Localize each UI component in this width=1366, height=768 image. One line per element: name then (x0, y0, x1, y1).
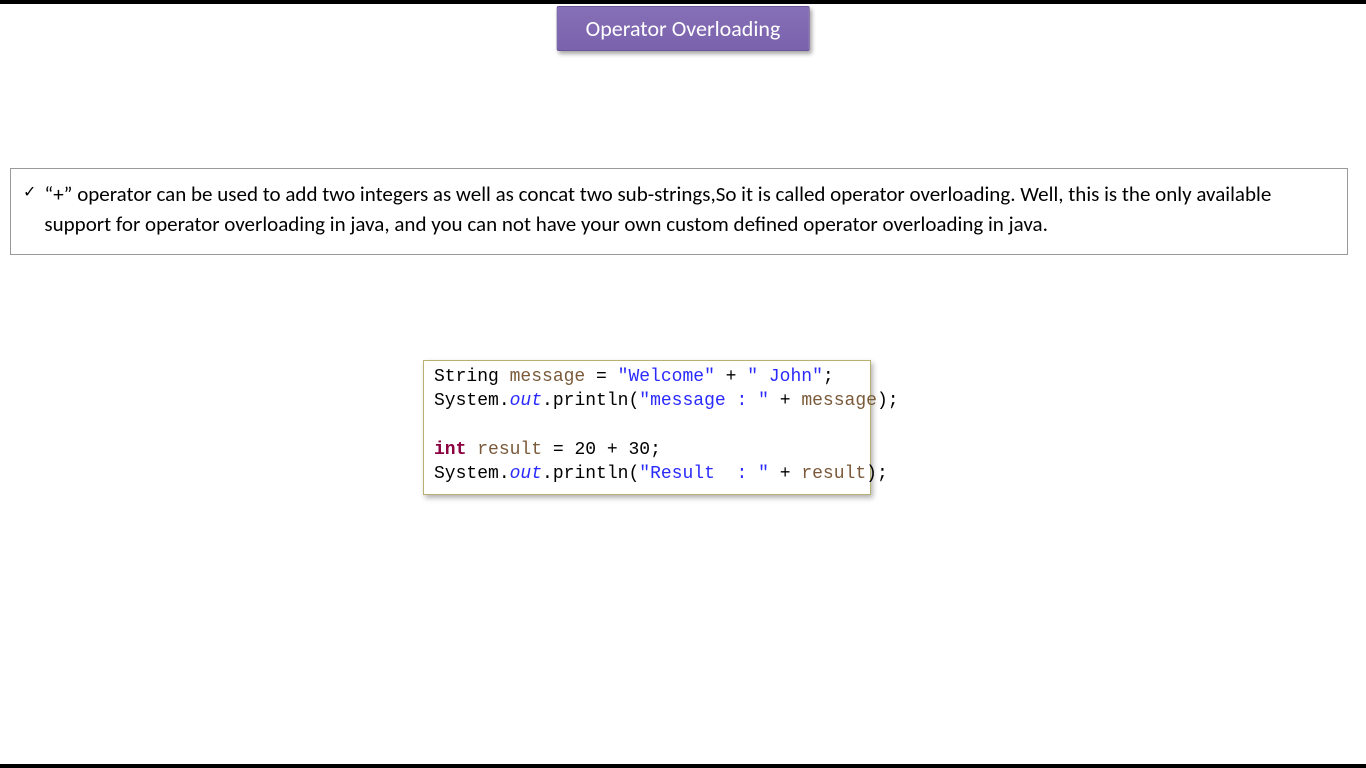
code-line-4: System.out.println("Result : " + result)… (434, 462, 860, 486)
slide: Operator Overloading ✓ “+” operator can … (0, 4, 1366, 764)
slide-title: Operator Overloading (557, 6, 810, 51)
code-line-2: System.out.println("message : " + messag… (434, 389, 860, 413)
code-example: String message = "Welcome" + " John"; Sy… (423, 360, 871, 495)
code-line-1: String message = "Welcome" + " John"; (434, 365, 860, 389)
blank-line (434, 414, 860, 438)
description-box: ✓ “+” operator can be used to add two in… (10, 168, 1348, 255)
code-line-3: int result = 20 + 30; (434, 438, 860, 462)
title-text: Operator Overloading (586, 15, 781, 42)
checkmark-icon: ✓ (23, 179, 36, 207)
bullet-item: ✓ “+” operator can be used to add two in… (23, 179, 1335, 240)
description-text: “+” operator can be used to add two inte… (44, 179, 1335, 240)
